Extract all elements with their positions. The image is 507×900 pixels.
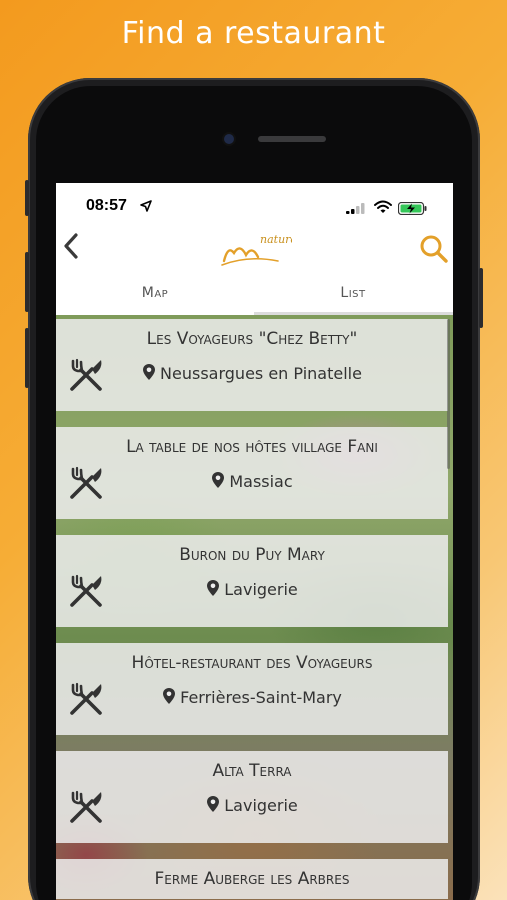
map-pin-icon bbox=[207, 580, 220, 596]
scrollbar[interactable] bbox=[447, 319, 450, 469]
location-text: Lavigerie bbox=[224, 580, 298, 599]
restaurant-name: Hôtel-restaurant des Voyageurs bbox=[131, 653, 373, 673]
restaurant-card[interactable]: Hôtel-restaurant des Voyageurs Ferrières… bbox=[56, 643, 448, 735]
location-text: Lavigerie bbox=[224, 796, 298, 815]
status-time: 08:57 bbox=[86, 197, 127, 214]
logo-text: nature bbox=[260, 233, 292, 246]
restaurant-card[interactable]: Buron du Puy Mary Lavigerie bbox=[56, 535, 448, 627]
restaurant-name: La table de nos hôtes village Fani bbox=[126, 437, 378, 457]
earpiece-speaker bbox=[258, 136, 326, 142]
location-arrow-icon bbox=[140, 200, 152, 212]
mute-switch bbox=[25, 180, 29, 216]
search-icon[interactable] bbox=[418, 233, 450, 265]
app-logo: nature bbox=[218, 227, 297, 275]
map-pin-icon bbox=[207, 796, 220, 812]
status-bar: 08:57 bbox=[56, 183, 453, 227]
volume-down-button bbox=[25, 328, 29, 388]
page-heading: Find a restaurant bbox=[121, 16, 386, 51]
location-text: Massiac bbox=[229, 472, 293, 491]
map-pin-icon bbox=[143, 364, 156, 380]
back-chevron-icon[interactable] bbox=[60, 231, 84, 261]
app-screen: 08:57 nature bbox=[56, 183, 453, 900]
battery-charging-icon bbox=[398, 202, 427, 215]
cutlery-icon bbox=[70, 466, 102, 499]
restaurant-card[interactable]: Alta Terra Lavigerie bbox=[56, 751, 448, 843]
restaurant-name: Buron du Puy Mary bbox=[179, 545, 325, 565]
volume-up-button bbox=[25, 252, 29, 312]
cutlery-icon bbox=[70, 358, 102, 391]
tab-list[interactable]: List bbox=[254, 271, 452, 315]
front-camera bbox=[224, 134, 234, 144]
restaurant-card[interactable]: La table de nos hôtes village Fani Massi… bbox=[56, 427, 448, 519]
navigation-bar: nature bbox=[56, 227, 453, 271]
restaurant-name: Alta Terra bbox=[212, 761, 292, 781]
cutlery-icon bbox=[70, 682, 102, 715]
restaurant-location: Ferrières-Saint-Mary bbox=[56, 687, 448, 707]
map-pin-icon bbox=[212, 472, 225, 488]
cutlery-icon bbox=[70, 790, 102, 823]
view-tabs: Map List bbox=[56, 271, 453, 315]
power-button bbox=[479, 268, 483, 328]
cellular-signal-icon bbox=[346, 203, 365, 214]
wifi-icon bbox=[374, 200, 392, 213]
restaurant-location: Massiac bbox=[56, 471, 448, 491]
restaurant-list[interactable]: Les Voyageurs "Chez Betty" Neussargues e… bbox=[56, 315, 453, 900]
cutlery-icon bbox=[70, 574, 102, 607]
restaurant-location: Lavigerie bbox=[56, 795, 448, 815]
location-text: Neussargues en Pinatelle bbox=[160, 364, 362, 383]
tab-map[interactable]: Map bbox=[56, 271, 254, 315]
map-pin-icon bbox=[163, 688, 176, 704]
restaurant-name: Les Voyageurs "Chez Betty" bbox=[146, 329, 358, 349]
restaurant-card[interactable]: Les Voyageurs "Chez Betty" Neussargues e… bbox=[56, 319, 448, 411]
restaurant-location: Lavigerie bbox=[56, 579, 448, 599]
restaurant-card[interactable]: Ferme Auberge les Arbres bbox=[56, 859, 448, 899]
logo-mark-icon: nature bbox=[221, 233, 297, 266]
location-text: Ferrières-Saint-Mary bbox=[180, 688, 342, 707]
restaurant-name: Ferme Auberge les Arbres bbox=[154, 869, 350, 889]
restaurant-location: Neussargues en Pinatelle bbox=[56, 363, 448, 383]
